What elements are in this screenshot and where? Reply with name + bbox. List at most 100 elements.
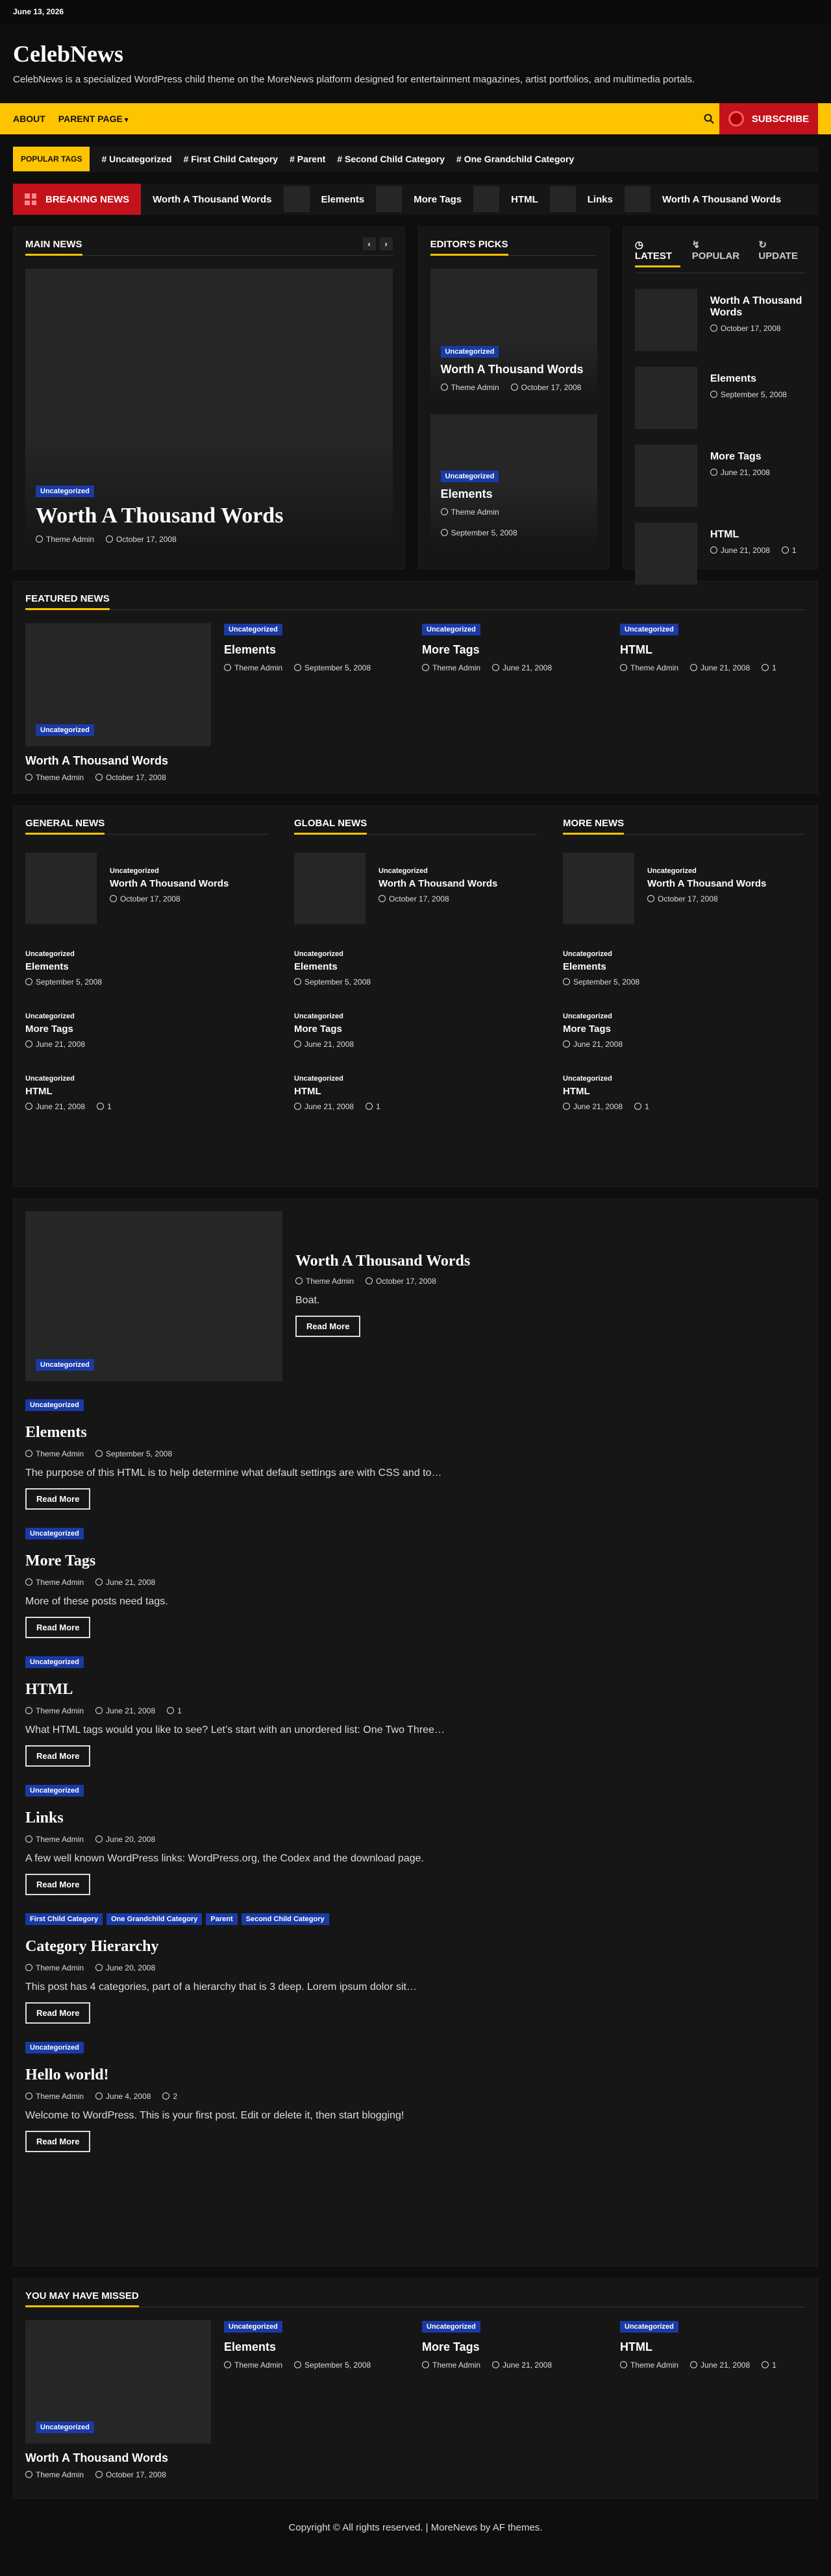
item-title[interactable]: More Tags <box>710 451 770 463</box>
read-more-button[interactable]: Read More <box>25 2131 91 2152</box>
list-item[interactable]: Uncategorized Worth A Thousand Words Octob… <box>294 853 537 924</box>
author[interactable]: Theme Admin <box>224 2361 282 2370</box>
ticker-item[interactable]: More Tags <box>376 186 462 212</box>
category-label[interactable]: Uncategorized <box>563 1012 806 1020</box>
author[interactable]: Theme Admin <box>440 508 499 517</box>
read-more-button[interactable]: Read More <box>25 1874 91 1895</box>
category-badge[interactable]: Uncategorized <box>440 346 499 358</box>
main-news-headline[interactable]: Worth A Thousand Words <box>36 504 283 528</box>
featured-item[interactable]: Uncategorized More Tags Theme Admin June 21… <box>422 623 607 782</box>
category-badge[interactable]: Uncategorized <box>422 624 480 635</box>
author[interactable]: Theme Admin <box>295 1277 354 1286</box>
post-thumbnail[interactable] <box>563 853 634 924</box>
author[interactable]: Theme Admin <box>25 1706 84 1715</box>
missed-item[interactable]: Uncategorized More Tags Theme Admin June 21… <box>422 2320 607 2479</box>
card-title[interactable]: Worth A Thousand Words <box>441 363 587 376</box>
category-badge[interactable]: Uncategorized <box>25 2042 84 2054</box>
category-badge[interactable]: Uncategorized <box>620 2321 678 2333</box>
search-icon[interactable] <box>704 114 714 124</box>
missed-item[interactable]: Uncategorized HTML Theme Admin June 21, 200… <box>620 2320 805 2479</box>
comments[interactable]: 1 <box>762 2361 776 2370</box>
ticker-item[interactable]: Worth A Thousand Words <box>624 186 781 212</box>
list-item[interactable]: Uncategorized Elements September 5, 2008 <box>563 950 806 987</box>
item-title[interactable]: Worth A Thousand Words <box>378 878 497 889</box>
item-title[interactable]: HTML <box>620 2340 805 2354</box>
nav-parent-page[interactable]: PARENT PAGE ▾ <box>58 114 129 124</box>
item-title[interactable]: Elements <box>563 961 806 972</box>
comments[interactable]: 1 <box>634 1102 649 1111</box>
category-badge[interactable]: Uncategorized <box>620 624 678 635</box>
tab-latest[interactable]: ◷ LATEST <box>634 239 680 267</box>
category-label[interactable]: Uncategorized <box>110 867 229 875</box>
item-title[interactable]: HTML <box>294 1086 537 1097</box>
post-title[interactable]: Worth A Thousand Words <box>295 1253 470 1270</box>
subscribe-button[interactable]: SUBSCRIBE <box>719 103 818 134</box>
list-item[interactable]: Uncategorized Elements September 5, 2008 <box>25 950 268 987</box>
item-title[interactable]: HTML <box>563 1086 806 1097</box>
list-item[interactable]: Uncategorized HTML June 21, 2008 1 <box>294 1075 537 1111</box>
comments[interactable]: 2 <box>162 2092 177 2101</box>
category-label[interactable]: Uncategorized <box>378 867 497 875</box>
nav-about[interactable]: ABOUT <box>13 114 45 124</box>
comments[interactable]: 1 <box>762 663 776 672</box>
main-news-slide[interactable]: Uncategorized Worth A Thousand Words The… <box>25 269 393 554</box>
item-title[interactable]: More Tags <box>294 1024 537 1035</box>
featured-item[interactable]: Uncategorized Elements Theme Admin Septembe… <box>224 623 409 782</box>
list-item[interactable]: Uncategorized More Tags June 21, 2008 <box>25 1012 268 1049</box>
list-item[interactable]: Uncategorized More Tags June 21, 2008 <box>563 1012 806 1049</box>
author[interactable]: Theme Admin <box>440 383 499 392</box>
author[interactable]: Theme Admin <box>25 2092 84 2101</box>
item-title[interactable]: More Tags <box>422 2340 607 2354</box>
category-badge[interactable]: Uncategorized <box>25 1785 84 1797</box>
missed-card[interactable]: Uncategorized Worth A Thousand Words The… <box>25 2320 211 2479</box>
ticker-item[interactable]: HTML <box>473 186 538 212</box>
item-title[interactable]: More Tags <box>422 643 607 657</box>
item-title[interactable]: Elements <box>224 2340 409 2354</box>
category-badge[interactable]: Second Child Category <box>241 1913 329 1925</box>
author[interactable]: Theme Admin <box>422 663 480 672</box>
category-badge[interactable]: Uncategorized <box>224 624 282 635</box>
tab-popular[interactable]: ↯ POPULAR <box>692 239 747 267</box>
item-title[interactable]: Worth A Thousand Words <box>110 878 229 889</box>
card-title[interactable]: Worth A Thousand Words <box>25 754 211 768</box>
tag-link[interactable]: # One Grandchild Category <box>456 154 574 164</box>
list-item[interactable]: Elements September 5, 2008 <box>634 367 806 429</box>
item-title[interactable]: HTML <box>710 529 797 541</box>
author[interactable]: Theme Admin <box>422 2361 480 2370</box>
category-badge[interactable]: Uncategorized <box>36 724 94 736</box>
item-title[interactable]: Elements <box>224 643 409 657</box>
category-badge[interactable]: Parent <box>206 1913 238 1925</box>
category-badge[interactable]: Uncategorized <box>36 2422 94 2433</box>
comments[interactable]: 1 <box>167 1706 182 1715</box>
post-thumbnail[interactable]: Uncategorized <box>25 2320 211 2444</box>
author[interactable]: Theme Admin <box>25 773 84 782</box>
item-title[interactable]: More Tags <box>25 1024 268 1035</box>
category-label[interactable]: Uncategorized <box>25 950 268 958</box>
author[interactable]: Theme Admin <box>25 1578 84 1587</box>
list-item[interactable]: Uncategorized More Tags June 21, 2008 <box>294 1012 537 1049</box>
post-thumbnail[interactable] <box>294 853 366 924</box>
author[interactable]: Theme Admin <box>25 2470 84 2479</box>
item-title[interactable]: Elements <box>294 961 537 972</box>
category-badge[interactable]: One Grandchild Category <box>106 1913 203 1925</box>
list-item[interactable]: Uncategorized Worth A Thousand Words Octob… <box>563 853 806 924</box>
comments[interactable]: 1 <box>366 1102 380 1111</box>
tag-link[interactable]: # Parent <box>290 154 325 164</box>
card-title[interactable]: Worth A Thousand Words <box>25 2451 211 2465</box>
post-title[interactable]: HTML <box>25 1681 806 1699</box>
read-more-button[interactable]: Read More <box>25 1488 91 1510</box>
category-label[interactable]: Uncategorized <box>25 1012 268 1020</box>
read-more-button[interactable]: Read More <box>25 2002 91 2024</box>
item-title[interactable]: Worth A Thousand Words <box>710 295 806 319</box>
post-thumbnail[interactable]: Uncategorized <box>25 623 211 746</box>
list-item[interactable]: Uncategorized HTML June 21, 2008 1 <box>25 1075 268 1111</box>
editors-pick-card[interactable]: Uncategorized Elements Theme Admin Septem… <box>430 414 597 546</box>
post-title[interactable]: Elements <box>25 1424 806 1441</box>
category-label[interactable]: Uncategorized <box>563 1075 806 1083</box>
item-title[interactable]: Worth A Thousand Words <box>647 878 766 889</box>
read-more-button[interactable]: Read More <box>25 1745 91 1767</box>
read-more-button[interactable]: Read More <box>25 1617 91 1638</box>
list-item[interactable]: Uncategorized HTML June 21, 2008 1 <box>563 1075 806 1111</box>
item-title[interactable]: Elements <box>710 373 787 385</box>
chevron-left-icon[interactable]: ‹ <box>362 238 376 251</box>
